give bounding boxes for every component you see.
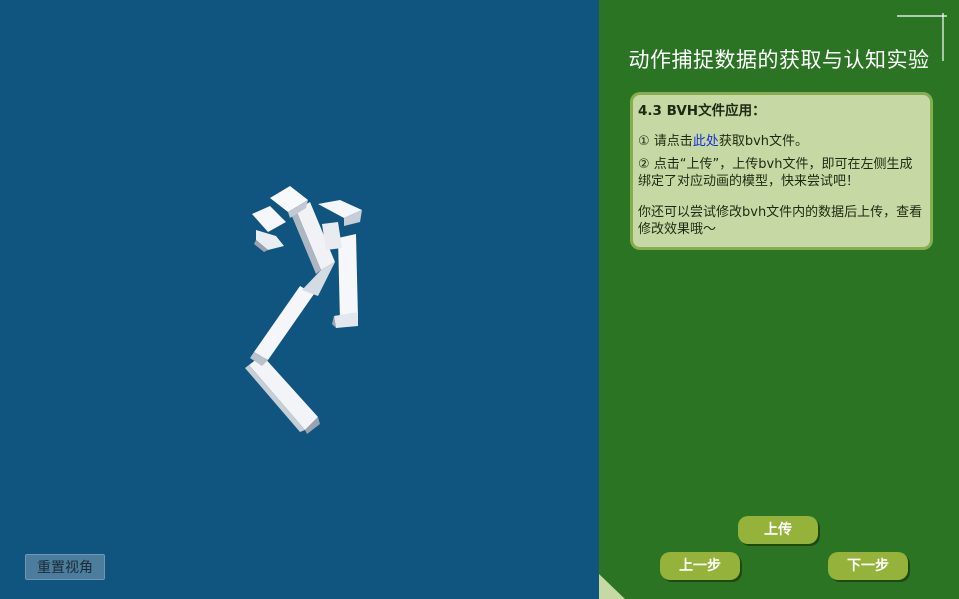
3d-viewport[interactable]: 重置视角	[0, 0, 599, 599]
step1-prefix: ① 请点击	[638, 134, 693, 149]
reset-view-button[interactable]: 重置视角	[25, 554, 105, 580]
app-root: 重置视角 动作捕捉数据的获取与认知实验 4.3 BVH文件应用： ① 请点击此处…	[0, 0, 959, 599]
control-panel: 动作捕捉数据的获取与认知实验 4.3 BVH文件应用： ① 请点击此处获取bvh…	[599, 0, 959, 599]
skeleton-model[interactable]	[0, 0, 599, 599]
model-upper-leg	[250, 286, 314, 366]
upload-button[interactable]: 上传	[738, 516, 818, 544]
instruction-card: 4.3 BVH文件应用： ① 请点击此处获取bvh文件。 ② 点击“上传”，上传…	[630, 92, 933, 250]
corner-triangle-icon	[599, 574, 625, 599]
model-lower-leg	[245, 355, 320, 434]
step1-suffix: 获取bvh文件。	[718, 134, 808, 149]
page-title: 动作捕捉数据的获取与认知实验	[628, 48, 930, 72]
download-link[interactable]: 此处	[693, 134, 719, 149]
instruction-step-1: ① 请点击此处获取bvh文件。	[638, 133, 925, 150]
next-step-button[interactable]: 下一步	[828, 552, 908, 580]
prev-step-button[interactable]: 上一步	[660, 552, 740, 580]
instruction-step-2: ② 点击“上传”，上传bvh文件，即可在左侧生成绑定了对应动画的模型，快来尝试吧…	[638, 157, 913, 189]
section-heading: 4.3 BVH文件应用：	[638, 103, 766, 119]
instruction-note: 你还可以尝试修改bvh文件内的数据后上传，查看修改效果哦～	[638, 205, 923, 237]
model-left-hand	[252, 206, 286, 252]
